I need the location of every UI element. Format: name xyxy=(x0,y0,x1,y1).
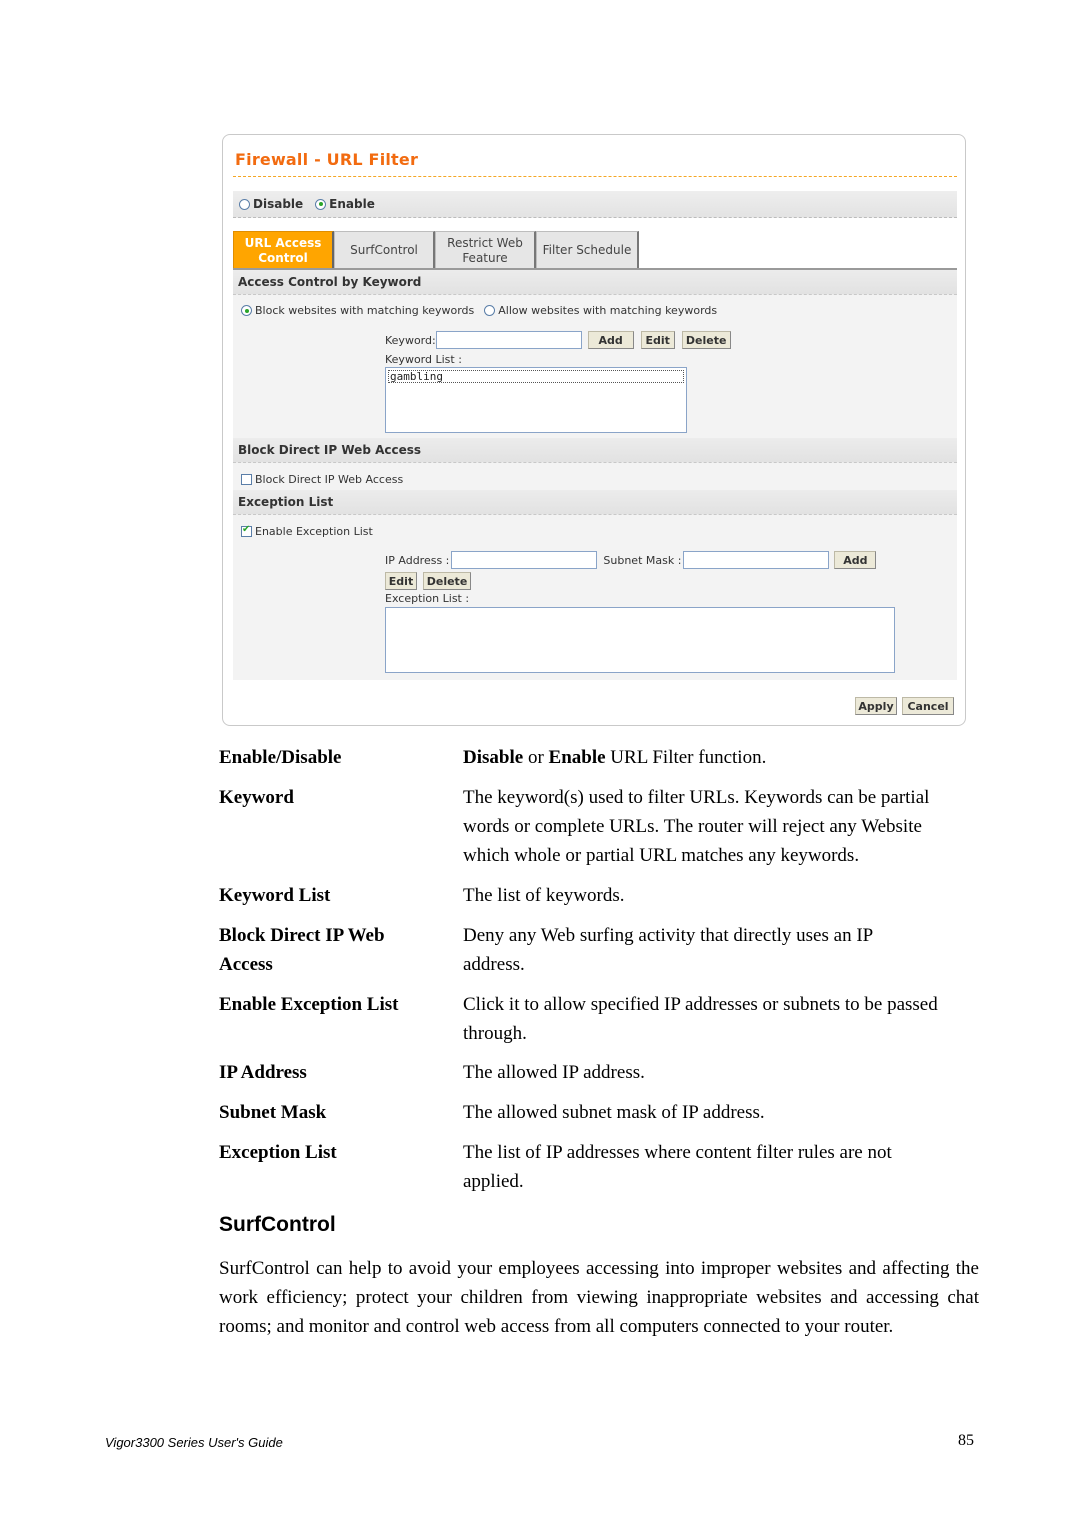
bold-disable: Disable xyxy=(463,747,524,768)
title-divider xyxy=(233,176,957,177)
tab-content: Access Control by Keyword Block websites… xyxy=(233,270,957,680)
description: The list of IP addresses where content f… xyxy=(463,1142,892,1192)
disable-label: Disable xyxy=(253,197,304,211)
disable-radio-option[interactable]: Disable xyxy=(239,197,303,211)
enable-radio-icon[interactable] xyxy=(315,198,327,210)
tab-label: Restrict Web xyxy=(447,235,523,250)
tab-surfcontrol[interactable]: SurfControl xyxy=(334,231,435,269)
description: The keyword(s) used to filter URLs. Keyw… xyxy=(463,787,930,866)
exception-edit-row: Edit Delete xyxy=(385,572,471,590)
term: Exception List xyxy=(219,1142,337,1163)
keyword-input-row: Keyword: Add Edit Delete xyxy=(385,331,731,349)
term: IP Address xyxy=(219,1062,307,1083)
tab-filter-schedule[interactable]: Filter Schedule xyxy=(536,231,639,269)
keyword-input[interactable] xyxy=(435,331,582,349)
description: Disable or Enable URL Filter function. xyxy=(463,743,973,772)
block-radio-icon[interactable] xyxy=(241,305,252,316)
term: Enable Exception List xyxy=(219,994,399,1015)
keyword-label: Keyword: xyxy=(385,333,436,347)
description: The allowed subnet mask of IP address. xyxy=(463,1102,765,1123)
exception-listbox[interactable] xyxy=(385,607,895,673)
enable-exception-label[interactable]: Enable Exception List xyxy=(255,525,373,538)
url-filter-screenshot: Firewall - URL Filter Disable Enable URL… xyxy=(222,134,966,726)
page-title: Firewall - URL Filter xyxy=(235,150,419,169)
exception-add-button[interactable]: Add xyxy=(834,551,877,569)
exception-delete-button[interactable]: Delete xyxy=(423,572,471,590)
subnet-mask-input[interactable] xyxy=(683,551,830,569)
keyword-list-item[interactable]: gambling xyxy=(388,370,684,383)
block-direct-ip-heading: Block Direct IP Web Access xyxy=(233,438,957,463)
tab-label: Filter Schedule xyxy=(542,243,632,257)
term: Keyword xyxy=(219,787,294,808)
cancel-button[interactable]: Cancel xyxy=(902,697,954,715)
disable-radio-icon[interactable] xyxy=(239,198,250,210)
bold-enable: Enable xyxy=(548,747,606,768)
tab-label: URL Access xyxy=(244,235,322,250)
block-option-label[interactable]: Block websites with matching keywords xyxy=(255,304,474,317)
term: Keyword List xyxy=(219,885,331,906)
tab-url-access-control[interactable]: URL Access Control xyxy=(233,231,334,269)
keyword-mode-row: Block websites with matching keywords Al… xyxy=(241,304,717,317)
desc-text: URL Filter function. xyxy=(605,747,767,768)
form-actions: Apply Cancel xyxy=(855,697,954,715)
section-heading: SurfControl xyxy=(219,1213,336,1236)
exception-input-row: IP Address : Subnet Mask : Add xyxy=(385,551,877,569)
term: Enable/Disable xyxy=(219,747,342,768)
tab-restrict-web-feature[interactable]: Restrict Web Feature xyxy=(435,231,536,269)
block-direct-ip-row: Block Direct IP Web Access xyxy=(241,473,403,486)
keyword-edit-button[interactable]: Edit xyxy=(640,331,675,349)
exception-edit-button[interactable]: Edit xyxy=(385,572,417,590)
enable-exception-checkbox[interactable] xyxy=(241,524,252,537)
block-direct-ip-label[interactable]: Block Direct IP Web Access xyxy=(255,473,403,486)
exception-list-heading: Exception List xyxy=(233,490,957,515)
exception-list-label: Exception List : xyxy=(385,592,470,605)
keyword-list-label: Keyword List : xyxy=(385,353,462,366)
description: The allowed IP address. xyxy=(463,1062,645,1083)
access-control-heading: Access Control by Keyword xyxy=(233,270,957,295)
enable-exception-row: Enable Exception List xyxy=(241,524,373,538)
description: The list of keywords. xyxy=(463,885,625,906)
allow-option-label[interactable]: Allow websites with matching keywords xyxy=(498,304,717,317)
desc-text: or xyxy=(523,747,549,768)
enable-label: Enable xyxy=(329,197,375,211)
enable-disable-bar: Disable Enable xyxy=(233,191,957,218)
enable-radio-option[interactable]: Enable xyxy=(315,197,375,211)
tab-label: Control xyxy=(258,250,308,265)
tab-label: Feature xyxy=(462,250,508,265)
description: Click it to allow specified IP addresses… xyxy=(463,994,938,1044)
keyword-listbox[interactable]: gambling xyxy=(385,367,687,433)
block-direct-ip-checkbox[interactable] xyxy=(241,474,252,485)
apply-button[interactable]: Apply xyxy=(855,697,897,715)
ip-address-label: IP Address : xyxy=(385,553,450,567)
page-number: 85 xyxy=(958,1432,974,1449)
allow-radio-icon[interactable] xyxy=(484,305,496,316)
keyword-add-button[interactable]: Add xyxy=(587,331,634,349)
term: Subnet Mask xyxy=(219,1102,327,1123)
keyword-delete-button[interactable]: Delete xyxy=(681,331,731,349)
term: Block Direct IP Web Access xyxy=(219,925,385,975)
section-paragraph: SurfControl can help to avoid your emplo… xyxy=(219,1258,979,1337)
tab-bar: URL Access Control SurfControl Restrict W… xyxy=(233,231,639,269)
ip-address-input[interactable] xyxy=(451,551,598,569)
tab-label: SurfControl xyxy=(350,243,418,257)
subnet-mask-label: Subnet Mask : xyxy=(603,553,682,567)
description: Deny any Web surfing activity that direc… xyxy=(463,925,873,975)
footer-guide-title: Vigor3300 Series User's Guide xyxy=(105,1435,283,1450)
